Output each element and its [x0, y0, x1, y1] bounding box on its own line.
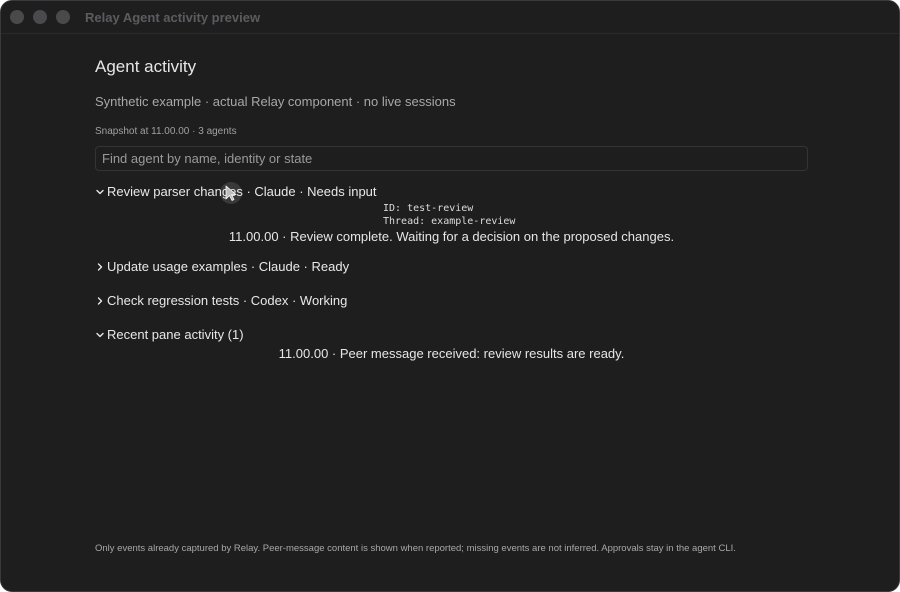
recent-activity-toggle[interactable]: Recent pane activity (1) — [95, 325, 244, 343]
chevron-down-icon — [95, 328, 105, 340]
chevron-right-icon — [95, 260, 105, 272]
title-bar: Relay Agent activity preview — [1, 1, 899, 34]
app-window: Relay Agent activity preview Agent activ… — [0, 0, 900, 592]
minimize-window-button[interactable] — [33, 10, 47, 24]
agent-search-input[interactable] — [95, 146, 808, 171]
chevron-right-icon — [95, 294, 105, 306]
recent-activity-label: Recent pane activity (1) — [107, 326, 244, 342]
page-title: Agent activity — [95, 57, 197, 76]
chevron-down-icon — [95, 185, 105, 197]
agent-thread: Thread: example-review — [383, 216, 516, 227]
agent-id: ID: test-review — [383, 203, 474, 214]
agent-row-label: Update usage examples · Claude · Ready — [107, 258, 350, 274]
maximize-window-button[interactable] — [56, 10, 70, 24]
snapshot-info: Snapshot at 11.00.00 · 3 agents — [95, 126, 237, 137]
page-subtitle: Synthetic example · actual Relay compone… — [95, 94, 456, 109]
mouse-pointer-icon — [219, 181, 243, 205]
close-window-button[interactable] — [10, 10, 24, 24]
agent-row-label: Check regression tests · Codex · Working — [107, 292, 348, 308]
agent-row-update-usage[interactable]: Update usage examples · Claude · Ready — [95, 257, 349, 275]
agent-row-check-regression[interactable]: Check regression tests · Codex · Working — [95, 291, 347, 309]
recent-activity-event: 11.00.00 · Peer message received: review… — [278, 346, 625, 361]
window-title: Relay Agent activity preview — [85, 10, 261, 25]
agent-event: 11.00.00 · Review complete. Waiting for … — [228, 229, 675, 244]
footer-note: Only events already captured by Relay. P… — [95, 543, 736, 554]
